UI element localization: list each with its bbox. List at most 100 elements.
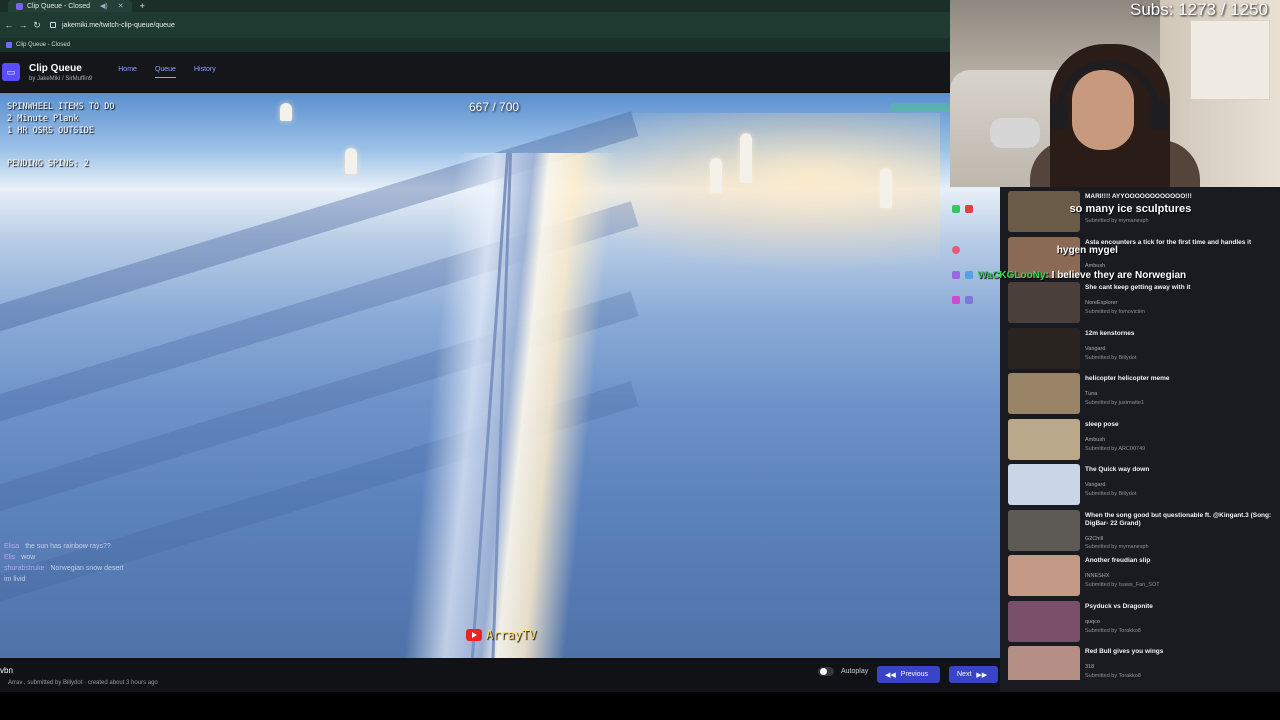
chat-text: Norwegian snow desert — [50, 565, 124, 572]
previous-button[interactable]: ◀◀ Previous — [877, 666, 940, 683]
next-button[interactable]: Next ▶▶ — [949, 666, 998, 683]
ski-trail — [402, 153, 618, 658]
queue-item-channel: 318 — [1085, 664, 1095, 670]
queue-item-channel: Vangard — [1085, 345, 1106, 352]
spinwheel-item: 2 Minute Plank — [7, 114, 79, 124]
queue-item-submitter: Submitted by fomovictim — [1085, 309, 1145, 315]
forward-icon[interactable]: → — [16, 20, 30, 30]
stream-chat-line: WaCKGLooNy: I believe they are Norwegian — [952, 270, 1186, 281]
site-info-icon[interactable] — [50, 22, 56, 28]
snow-tree — [740, 133, 752, 183]
bookmark-item[interactable]: Clip Queue - Closed — [16, 42, 70, 48]
chat-text: im livid — [4, 576, 26, 583]
clip-meta: Arrav , submitted by Billydot · created … — [8, 680, 158, 686]
url-field[interactable]: jakemiki.me/twitch-clip-queue/queue — [50, 22, 175, 29]
clip-info-bar: vbn Arrav , submitted by Billydot · crea… — [0, 658, 1000, 692]
address-bar: ← → ↻ jakemiki.me/twitch-clip-queue/queu… — [0, 12, 950, 38]
back-icon[interactable]: ← — [2, 20, 16, 30]
queue-item[interactable]: She cant keep getting away with it NoreEx… — [1008, 282, 1278, 326]
nav-queue[interactable]: Queue — [154, 66, 176, 78]
heart-badge-icon — [964, 205, 973, 214]
queue-thumbnail[interactable] — [1008, 646, 1080, 680]
queue-thumbnail[interactable] — [1008, 327, 1080, 369]
queue-item[interactable]: Another freudian slip INNESHX Submitted by… — [1008, 555, 1278, 599]
queue-thumbnail[interactable] — [1008, 600, 1080, 642]
autoplay-control: Autoplay — [818, 667, 868, 676]
queue-thumbnail[interactable] — [1008, 464, 1080, 505]
previous-label: Previous — [900, 671, 929, 678]
queue-item-submitter: Submitted by mymanesph — [1085, 543, 1149, 550]
queue-item[interactable]: helicopter helicopter meme Tuna Submitted … — [1008, 373, 1278, 417]
queue-thumbnail[interactable] — [1008, 509, 1080, 551]
nav-history[interactable]: History — [194, 66, 216, 78]
queue-item-channel: Ambush — [1085, 436, 1106, 443]
spinwheel-header: SPINWHEEL ITEMS TO DO — [7, 102, 115, 112]
queue-item[interactable]: Red Bull gives you wings 318 Submitted by … — [1008, 646, 1278, 680]
gift-badge-icon — [964, 271, 973, 280]
url-text: jakemiki.me/twitch-clip-queue/queue — [62, 21, 175, 29]
queue-item[interactable]: When the song good but questionable ft. … — [1008, 509, 1278, 554]
heart-badge-icon — [952, 246, 960, 255]
autoplay-toggle[interactable] — [818, 667, 834, 676]
queue-item[interactable]: The Quick way down Vangard Submitted by Bi… — [1008, 464, 1278, 508]
tab-favicon-icon — [16, 2, 23, 10]
chat-message: hygen mygel — [1056, 245, 1118, 256]
microphone — [990, 118, 1040, 148]
chat-message: I believe they are Norwegian — [1051, 270, 1187, 281]
headset-earcup — [1050, 100, 1068, 130]
queue-item-channel: quqco — [1085, 618, 1100, 625]
video-player[interactable]: SPINWHEEL ITEMS TO DO 2 Minute Plank 1 H… — [0, 93, 1000, 658]
queue-item-submitter: Submitted by mymanesph — [1085, 218, 1149, 224]
queue-item-submitter: Submitted by Torakko8 — [1085, 627, 1141, 634]
queue-item-title: 12m kenstornes — [1085, 329, 1135, 337]
chat-message: so many ice sculptures — [1069, 203, 1192, 215]
queue-item[interactable]: Psyduck vs Dragonite quqco Submitted by To… — [1008, 600, 1278, 645]
stream-chat-line — [952, 295, 975, 306]
queue-item[interactable]: sleep pose Ambush Submitted by ARC00749 — [1008, 418, 1278, 463]
sub-goal-counter: 667 / 700 — [469, 100, 520, 114]
queue-thumbnail[interactable] — [1008, 555, 1080, 596]
queue-item-channel: Vangard — [1085, 482, 1106, 488]
queue-item-title: MARI!!!! AYYOOOOOOOOOOOO!!! — [1085, 193, 1192, 200]
new-tab-icon[interactable]: + — [140, 1, 145, 11]
screen: Clip Queue - Closed ◀) ✕ + ← → ↻ jakemik… — [0, 0, 1280, 720]
queue-thumbnail[interactable] — [1008, 418, 1080, 460]
queue-item-channel: Tuna — [1085, 391, 1098, 397]
rewind-icon: ◀◀ — [885, 671, 896, 679]
clip-queue-list: MARI!!!! AYYOOOOOOOOOOOO!!! Submitted by … — [1000, 187, 1280, 680]
queue-item[interactable]: 12m kenstornes Vangard Submitted by Billyd… — [1008, 327, 1278, 372]
app-title: Clip Queue — [29, 62, 82, 74]
app-header: ▭ Clip Queue by JakeMiki / SirMuffin9 Ho… — [0, 52, 1000, 92]
shelf — [1190, 20, 1270, 100]
chat-user: Elis — [4, 554, 16, 561]
chat-user: shurabstruke — [4, 565, 45, 572]
queue-item-title: Red Bull gives you wings — [1085, 648, 1164, 655]
spinwheel-item: 1 HR OSRS OUTSIDE — [7, 126, 94, 136]
bookmark-bar: Clip Queue - Closed — [0, 38, 950, 52]
queue-item-channel: Ambush — [1085, 262, 1106, 269]
stream-chat-line: so many ice sculptures — [952, 203, 1191, 215]
video-chat-line: im livid — [4, 574, 124, 585]
chat-text: wow — [21, 554, 36, 561]
mute-tab-icon[interactable]: ◀) — [100, 2, 108, 10]
goal-progress-bar — [890, 103, 950, 112]
reload-icon[interactable]: ↻ — [30, 20, 44, 31]
queue-thumbnail[interactable] — [1008, 373, 1080, 414]
queue-item-title: Psyduck vs Dragonite — [1085, 602, 1153, 610]
queue-item-channel: G2Chill — [1085, 535, 1104, 542]
snow-tree — [710, 158, 722, 193]
browser-tab[interactable]: Clip Queue - Closed ◀) ✕ — [8, 0, 132, 12]
youtube-icon — [466, 629, 482, 641]
tab-title: Clip Queue - Closed — [27, 2, 91, 10]
mod-badge-icon — [964, 296, 973, 305]
chat-username[interactable]: WaCKGLooNy: — [978, 270, 1049, 281]
clip-queue-logo-icon[interactable]: ▭ — [2, 63, 20, 81]
chat-user: Elisa — [4, 543, 20, 550]
chat-text: the sun has rainbow rays?? — [25, 543, 111, 550]
queue-item-title: helicopter helicopter meme — [1085, 375, 1170, 382]
close-tab-icon[interactable]: ✕ — [118, 2, 124, 10]
queue-item-title: When the song good but questionable ft. … — [1085, 511, 1272, 527]
queue-thumbnail[interactable] — [1008, 282, 1080, 323]
video-chat-overlay: Elisa the sun has rainbow rays?? Elis wow … — [4, 541, 124, 585]
nav-home[interactable]: Home — [118, 66, 137, 78]
